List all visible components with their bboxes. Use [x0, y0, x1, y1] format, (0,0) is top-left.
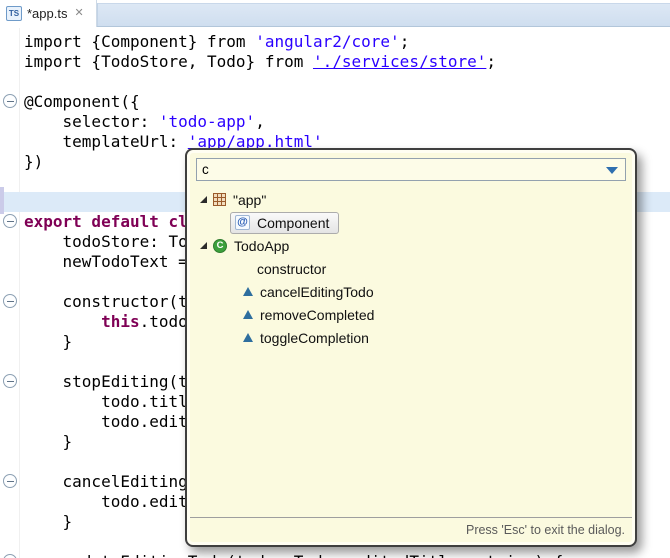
outline-filter-row	[196, 158, 626, 181]
fold-collapse-icon[interactable]	[3, 374, 17, 388]
code-token: })	[24, 152, 44, 171]
outline-tree[interactable]: "app" @ Component C TodoApp constructor cancel…	[190, 184, 632, 517]
code-line: import {TodoStore, Todo} from './service…	[24, 52, 670, 72]
code-line: selector: 'todo-app',	[24, 112, 670, 132]
code-token: constructor(t	[24, 292, 188, 311]
dropdown-arrow-icon[interactable]	[606, 167, 618, 174]
outline-item-label: "app"	[233, 191, 267, 208]
selected-item-box[interactable]: @ Component	[230, 211, 340, 234]
outline-item[interactable]: toggleCompletion	[190, 326, 632, 349]
outline-item-label: toggleCompletion	[260, 329, 369, 346]
outline-item[interactable]: cancelEditingTodo	[190, 280, 632, 303]
class-icon: C	[213, 238, 227, 253]
code-token: todo.edit	[24, 412, 188, 431]
dialog-status-bar: Press 'Esc' to exit the dialog.	[190, 517, 632, 542]
string-token: 'todo-app'	[158, 112, 256, 131]
code-token: cancelEditingT	[24, 472, 198, 491]
code-token: stopEditing(t	[24, 372, 188, 391]
outline-filter-input[interactable]	[196, 158, 626, 181]
code-token: todoStore: Tod	[24, 232, 198, 251]
tree-expanded-icon[interactable]	[200, 242, 207, 249]
method-icon	[243, 287, 253, 296]
decorator-icon: @	[235, 215, 250, 230]
string-token: './services/store'	[312, 52, 487, 71]
code-token: }	[24, 432, 73, 451]
code-token: import {TodoStore, Todo} from	[24, 52, 313, 71]
outline-item[interactable]: C TodoApp	[190, 234, 632, 257]
code-token: ,	[255, 112, 265, 131]
quick-outline-dialog-body: "app" @ Component C TodoApp constructor cancel…	[190, 153, 632, 542]
method-icon	[243, 310, 253, 319]
code-token: todo.titl	[24, 392, 188, 411]
outline-item-label: TodoApp	[234, 237, 290, 254]
code-token: }	[24, 512, 73, 531]
code-token: updateEditingTodo(todo: Todo, editedTitl…	[24, 552, 564, 558]
quick-outline-dialog: "app" @ Component C TodoApp constructor cancel…	[185, 148, 637, 547]
outline-item[interactable]: "app"	[190, 188, 632, 211]
keyword-token: this	[101, 312, 140, 331]
code-line: import {Component} from 'angular2/core';	[24, 32, 670, 52]
module-icon	[213, 193, 226, 206]
dialog-status-text: Press 'Esc' to exit the dialog.	[465, 523, 625, 537]
code-token: import {Component} from	[24, 32, 256, 51]
typescript-file-icon: TS	[6, 6, 22, 21]
tab-title: *app.ts	[27, 6, 68, 21]
outline-item-label: constructor	[257, 260, 327, 277]
code-token: @Component({	[24, 92, 140, 111]
fold-collapse-icon[interactable]	[3, 94, 17, 108]
tree-expanded-icon[interactable]	[200, 196, 207, 203]
outline-item[interactable]: constructor	[190, 257, 632, 280]
fold-collapse-icon[interactable]	[3, 294, 17, 308]
code-line: updateEditingTodo(todo: Todo, editedTitl…	[24, 552, 670, 558]
code-token: todo.edit	[24, 492, 188, 511]
keyword-token: export default cl	[24, 212, 188, 231]
outline-item[interactable]: @ Component	[190, 211, 632, 234]
string-token: 'angular2/core'	[255, 32, 400, 51]
fold-collapse-icon[interactable]	[3, 214, 17, 228]
fold-collapse-icon[interactable]	[3, 474, 17, 488]
code-token: templateUrl:	[24, 132, 188, 151]
tab-app-ts[interactable]: TS *app.ts ✕	[0, 0, 97, 27]
tab-close-icon[interactable]: ✕	[74, 8, 83, 19]
outline-item-label: removeCompleted	[260, 306, 375, 323]
tab-bar-empty-area	[97, 3, 670, 26]
code-token: ;	[486, 52, 497, 71]
method-icon	[243, 333, 253, 342]
outline-item-label: cancelEditingTodo	[260, 283, 374, 300]
editor-tab-bar: TS *app.ts ✕	[0, 0, 670, 27]
outline-item[interactable]: removeCompleted	[190, 303, 632, 326]
code-token: ;	[399, 32, 410, 51]
code-token: }	[24, 332, 73, 351]
outline-item-label: Component	[257, 214, 330, 231]
code-token: newTodoText =	[24, 252, 198, 271]
code-line: @Component({	[24, 92, 670, 112]
code-token: selector:	[24, 112, 159, 131]
